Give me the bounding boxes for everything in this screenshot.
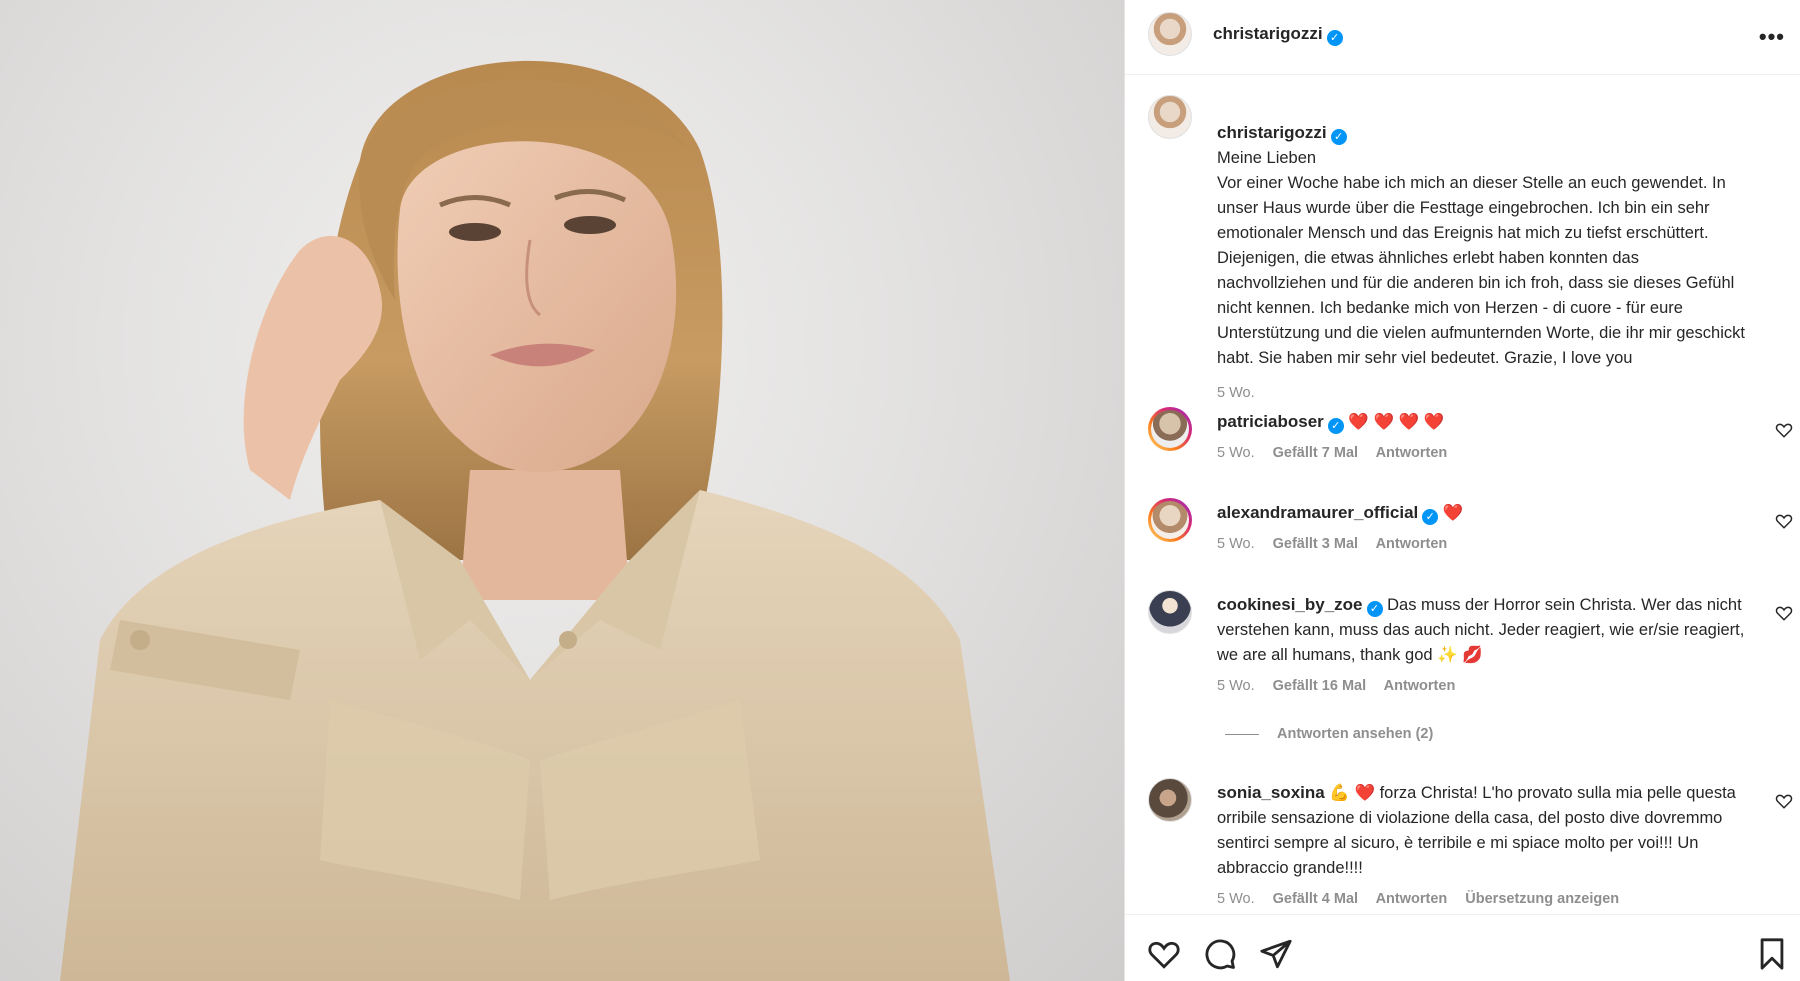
translate-button[interactable]: Übersetzung anzeigen	[1465, 891, 1619, 907]
view-replies-button[interactable]: Antworten ansehen (2)	[1225, 726, 1433, 742]
share-icon[interactable]	[1259, 937, 1293, 971]
verified-badge-icon: ✓	[1422, 509, 1439, 525]
comment-author[interactable]: cookinesi_by_zoe	[1217, 595, 1363, 614]
reply-button[interactable]: Antworten	[1376, 536, 1448, 552]
verified-badge-icon: ✓	[1327, 418, 1344, 434]
caption-time: 5 Wo.	[1217, 385, 1255, 401]
replies-divider	[1225, 733, 1259, 735]
comment-time: 5 Wo.	[1217, 536, 1255, 552]
caption-text: Meine Lieben Vor einer Woche habe ich mi…	[1217, 149, 1745, 367]
comment-time: 5 Wo.	[1217, 678, 1255, 694]
comment-like-heart-icon[interactable]	[1775, 792, 1793, 810]
comment-item: patriciaboser ✓ ❤️ ❤️ ❤️ ❤️ 5 Wo. Gefällt…	[1125, 407, 1800, 477]
commenter-avatar[interactable]	[1148, 407, 1192, 451]
comment-like-heart-icon[interactable]	[1775, 604, 1793, 622]
comment-text: ❤️ ❤️ ❤️ ❤️	[1348, 413, 1445, 431]
comment-like-heart-icon[interactable]	[1775, 421, 1793, 439]
comment-author[interactable]: sonia_soxina	[1217, 783, 1325, 802]
caption-author[interactable]: christarigozzi	[1217, 123, 1327, 142]
commenter-avatar[interactable]	[1148, 590, 1192, 634]
post-action-bar	[1125, 914, 1800, 981]
post-header: christarigozzi ✓ •••	[1125, 0, 1800, 75]
reply-button[interactable]: Antworten	[1376, 891, 1448, 907]
reply-button[interactable]: Antworten	[1384, 678, 1456, 694]
comment-icon[interactable]	[1203, 937, 1237, 971]
comment-text: ❤️	[1442, 504, 1464, 522]
author-name-block: christarigozzi ✓	[1213, 24, 1343, 46]
comment-item: alexandramaurer_official ✓ ❤️ 5 Wo. Gefäl…	[1125, 498, 1800, 568]
comment-time: 5 Wo.	[1217, 891, 1255, 907]
comment-like-heart-icon[interactable]	[1775, 512, 1793, 530]
commenter-avatar[interactable]	[1148, 498, 1192, 542]
author-username[interactable]: christarigozzi	[1213, 24, 1323, 43]
verified-badge-icon: ✓	[1330, 129, 1347, 145]
comment-likes[interactable]: Gefällt 16 Mal	[1273, 678, 1366, 694]
comment-author[interactable]: alexandramaurer_official	[1217, 503, 1418, 522]
comment-author[interactable]: patriciaboser	[1217, 412, 1324, 431]
verified-badge-icon: ✓	[1326, 30, 1343, 46]
verified-badge-icon: ✓	[1366, 601, 1383, 617]
commenter-avatar[interactable]	[1148, 778, 1192, 822]
caption-text-block: christarigozzi ✓ Meine Lieben Vor einer W…	[1217, 95, 1747, 371]
post-image[interactable]	[0, 0, 1124, 981]
caption-author-avatar[interactable]	[1148, 95, 1192, 139]
comment-item: cookinesi_by_zoe ✓ Das muss der Horror se…	[1125, 590, 1800, 700]
reply-button[interactable]: Antworten	[1376, 445, 1448, 461]
heart-icon[interactable]	[1147, 937, 1181, 971]
caption: christarigozzi ✓ Meine Lieben Vor einer W…	[1125, 95, 1800, 401]
comment-item: sonia_soxina 💪 ❤️ forza Christa! L'ho pr…	[1125, 778, 1800, 913]
comment-time: 5 Wo.	[1217, 445, 1255, 461]
post-side-panel: christarigozzi ✓ ••• christarigozzi ✓ Mein…	[1124, 0, 1800, 981]
comment-likes[interactable]: Gefällt 4 Mal	[1273, 891, 1358, 907]
comment-likes[interactable]: Gefällt 7 Mal	[1273, 445, 1358, 461]
portrait-photo	[60, 60, 1010, 981]
view-replies-label: Antworten ansehen (2)	[1277, 726, 1434, 742]
more-options-icon[interactable]: •••	[1759, 24, 1785, 50]
bookmark-icon[interactable]	[1755, 937, 1789, 971]
author-avatar[interactable]	[1148, 12, 1192, 56]
comment-likes[interactable]: Gefällt 3 Mal	[1273, 536, 1358, 552]
